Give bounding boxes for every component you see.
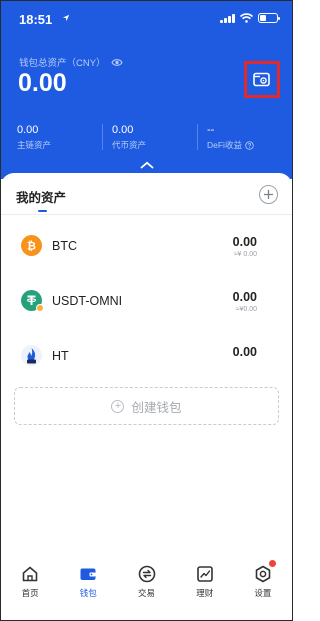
- help-icon[interactable]: [245, 140, 254, 150]
- create-wallet-label: 创建钱包: [131, 400, 182, 415]
- tab-finance-label: 理财: [196, 588, 214, 598]
- defi-earnings-value: --: [207, 124, 215, 136]
- token-assets-value: 0.00: [112, 124, 134, 136]
- settings-icon: [255, 565, 271, 583]
- bottom-tab-bar: 首页 钱包 交易 理财 设置: [1, 557, 292, 620]
- tab-home[interactable]: 首页: [1, 557, 59, 620]
- wifi-icon: [240, 13, 253, 23]
- asset-fiat-value: ≈¥ 0.00: [233, 251, 257, 258]
- active-tab-indicator: [38, 210, 47, 212]
- chart-icon: [196, 566, 213, 582]
- home-icon: [22, 566, 38, 582]
- tab-exchange[interactable]: 交易: [117, 557, 175, 620]
- asset-row-btc[interactable]: ₿ BTC 0.00 ≈¥ 0.00: [1, 225, 292, 265]
- tab-home-label: 首页: [21, 588, 39, 598]
- bitcoin-icon: ₿: [21, 235, 42, 256]
- token-assets: 0.00 代币资产: [102, 119, 197, 159]
- token-assets-label: 代币资产: [112, 139, 197, 151]
- token-assets-label-text: 代币资产: [112, 140, 147, 150]
- tether-icon: [21, 290, 44, 312]
- plus-icon: [264, 190, 273, 199]
- tab-exchange-label: 交易: [138, 588, 156, 598]
- total-assets-value: 0.00: [18, 69, 67, 97]
- defi-earnings-label-text: DeFi收益: [207, 140, 242, 150]
- asset-amount: 0.00: [232, 290, 257, 304]
- main-chain-assets-label-text: 主链资产: [17, 140, 52, 150]
- tab-settings-label: 设置: [254, 588, 272, 598]
- wallet-icon: [80, 568, 96, 580]
- assets-card-title[interactable]: 我的资产: [16, 187, 66, 206]
- asset-symbol: BTC: [52, 239, 77, 253]
- defi-earnings[interactable]: -- DeFi收益: [197, 119, 292, 159]
- tab-finance[interactable]: 理财: [176, 557, 234, 620]
- eye-icon[interactable]: [110, 58, 123, 67]
- tab-wallet[interactable]: 钱包: [59, 557, 117, 620]
- asset-amount: 0.00: [232, 345, 257, 359]
- assets-card: 我的资产 ₿ BTC 0.00 ≈¥ 0.00 USDT-OMNI 0.00 ≈…: [1, 173, 292, 620]
- tab-settings[interactable]: 设置: [234, 557, 292, 620]
- notification-dot: [268, 560, 276, 567]
- battery-icon: [258, 13, 280, 23]
- asset-stats: 0.00 主链资产 0.00 代币资产 -- DeFi收益: [1, 119, 292, 159]
- create-wallet-button[interactable]: + 创建钱包: [14, 387, 279, 425]
- huobi-token-icon: [21, 345, 42, 366]
- asset-row-usdt-omni[interactable]: USDT-OMNI 0.00 ≈¥0.00: [1, 280, 292, 320]
- total-assets-label: 钱包总资产（CNY）: [19, 55, 123, 69]
- svg-text:₿: ₿: [27, 240, 36, 253]
- wallet-settings-icon: [253, 72, 270, 86]
- signal-icon: [220, 13, 235, 23]
- exchange-icon: [138, 565, 155, 583]
- status-bar: 18:51: [1, 1, 292, 37]
- main-chain-assets: 0.00 主链资产: [1, 119, 102, 159]
- add-asset-button[interactable]: [259, 185, 278, 204]
- location-arrow-icon: [62, 14, 70, 22]
- status-indicators: [220, 13, 280, 23]
- main-chain-assets-label: 主链资产: [17, 139, 102, 151]
- plus-circle-icon: +: [111, 399, 125, 413]
- wallet-header: 18:51 钱包总资产（CNY） 0.00 0.00 主链资产 0.00 代币资…: [1, 1, 292, 179]
- wallet-management-button[interactable]: [244, 61, 280, 98]
- asset-symbol: USDT-OMNI: [52, 294, 123, 308]
- total-assets-label-text: 钱包总资产（CNY）: [19, 58, 106, 69]
- asset-row-ht[interactable]: HT 0.00: [1, 335, 292, 375]
- asset-amount: 0.00: [232, 235, 257, 249]
- asset-fiat-value: ≈¥0.00: [235, 306, 257, 313]
- assets-card-header: 我的资产: [1, 173, 292, 215]
- omni-badge-icon: [36, 304, 44, 312]
- app-screen: 18:51 钱包总资产（CNY） 0.00 0.00 主链资产 0.00 代币资…: [0, 0, 293, 621]
- tab-wallet-label: 钱包: [79, 588, 97, 598]
- collapse-chevron-icon[interactable]: [140, 161, 154, 169]
- main-chain-assets-value: 0.00: [17, 124, 39, 136]
- defi-earnings-label: DeFi收益: [207, 139, 292, 151]
- status-time: 18:51: [19, 12, 53, 27]
- asset-symbol: HT: [52, 349, 69, 363]
